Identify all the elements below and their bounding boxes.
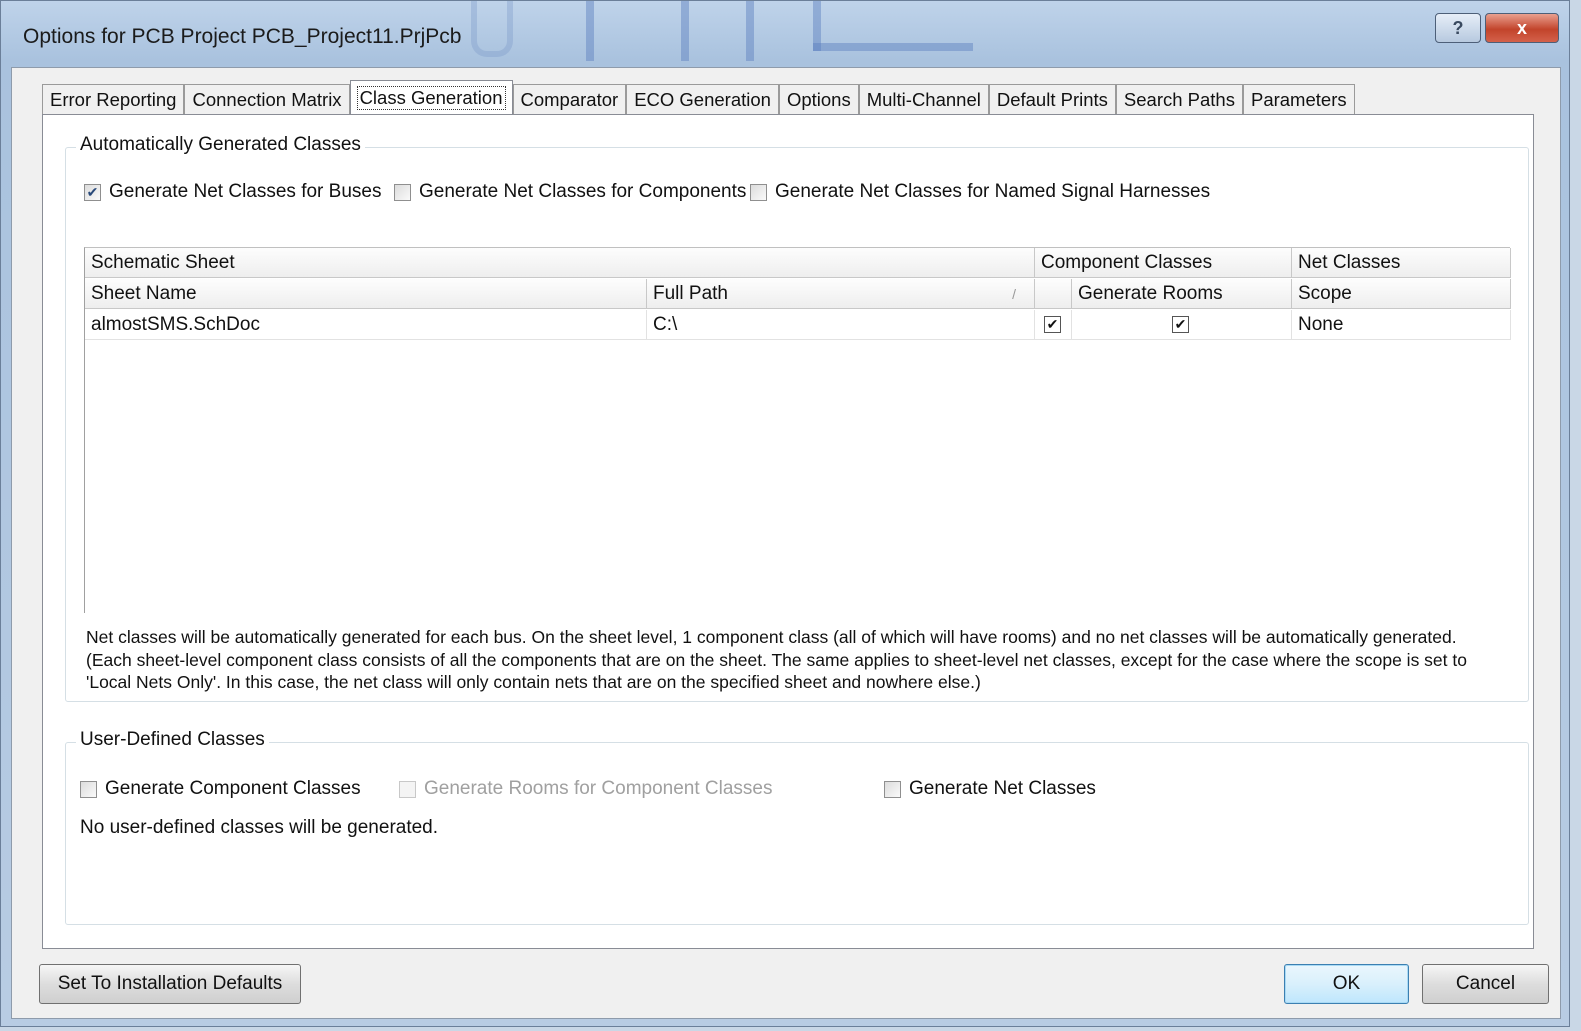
window-title: Options for PCB Project PCB_Project11.Pr…: [23, 25, 462, 48]
tab-strip: Error Reporting Connection Matrix Class …: [42, 80, 1355, 114]
close-icon: x: [1516, 17, 1527, 38]
rooms-label: Generate Rooms for Component Classes: [424, 778, 773, 799]
net-classes-buses-option[interactable]: Generate Net Classes for Buses: [84, 181, 381, 203]
band-schematic-sheet: Schematic Sheet: [85, 248, 1035, 278]
tab-options[interactable]: Options: [778, 84, 859, 114]
ok-button[interactable]: OK: [1284, 964, 1409, 1004]
ok-label: OK: [1332, 973, 1361, 994]
col-header-component-class[interactable]: [1035, 279, 1072, 309]
tab-parameters[interactable]: Parameters: [1242, 84, 1355, 114]
auto-classes-description: Net classes will be automatically genera…: [86, 627, 1467, 692]
net-classes-components-option[interactable]: Generate Net Classes for Components: [394, 181, 746, 203]
help-button[interactable]: ?: [1435, 13, 1481, 43]
tab-default-prints[interactable]: Default Prints: [988, 84, 1116, 114]
net-classes-harnesses-option[interactable]: Generate Net Classes for Named Signal Ha…: [750, 181, 1210, 203]
cell-sheet-name[interactable]: almostSMS.SchDoc: [85, 310, 647, 340]
background-glyph: [586, 1, 594, 61]
net-classes-option[interactable]: Generate Net Classes: [884, 778, 1096, 800]
net-classes-harnesses-checkbox[interactable]: [750, 183, 767, 201]
col-header-full-path-label: Full Path: [653, 282, 728, 304]
band-net-classes: Net Classes: [1292, 248, 1511, 278]
cell-component-class[interactable]: ✔: [1035, 310, 1072, 340]
user-classes-status: No user-defined classes will be generate…: [80, 817, 439, 838]
tab-eco-generation[interactable]: ECO Generation: [626, 84, 779, 114]
auto-classes-label: Automatically Generated Classes: [76, 134, 365, 156]
tab-class-generation[interactable]: Class Generation: [349, 80, 513, 114]
tab-error-reporting[interactable]: Error Reporting: [42, 84, 185, 114]
background-glyph: [681, 1, 689, 61]
tab-search-paths[interactable]: Search Paths: [1115, 84, 1243, 114]
component-class-checkbox[interactable]: ✔: [1044, 316, 1061, 333]
net-classes-label: Generate Net Classes: [909, 778, 1096, 799]
band-component-classes: Component Classes: [1035, 248, 1292, 278]
help-icon: ?: [1452, 17, 1464, 38]
cell-generate-rooms[interactable]: ✔: [1072, 310, 1292, 340]
cell-scope[interactable]: None: [1292, 310, 1511, 340]
col-header-sheet-name[interactable]: Sheet Name: [85, 279, 647, 309]
close-button[interactable]: x: [1485, 13, 1559, 43]
options-dialog: Options for PCB Project PCB_Project11.Pr…: [0, 0, 1570, 1027]
cell-full-path[interactable]: C:\: [647, 310, 1035, 340]
background-glyph: [813, 43, 973, 51]
net-classes-components-label: Generate Net Classes for Components: [419, 181, 747, 202]
dialog-client: Error Reporting Connection Matrix Class …: [11, 67, 1561, 1019]
net-classes-harnesses-label: Generate Net Classes for Named Signal Ha…: [775, 181, 1211, 202]
installation-defaults-label: Set To Installation Defaults: [57, 973, 283, 994]
background-glyph: [471, 1, 513, 57]
col-header-scope[interactable]: Scope: [1292, 279, 1511, 309]
user-classes-label: User-Defined Classes: [76, 729, 269, 751]
installation-defaults-button[interactable]: Set To Installation Defaults: [39, 964, 301, 1004]
col-header-full-path[interactable]: Full Path /: [647, 279, 1035, 309]
background-glyph: [746, 1, 754, 61]
sheet-classes-grid[interactable]: Schematic Sheet Component Classes Net Cl…: [84, 247, 1511, 613]
cancel-label: Cancel: [1455, 973, 1516, 994]
tab-connection-matrix[interactable]: Connection Matrix: [184, 84, 350, 114]
tab-multi-channel[interactable]: Multi-Channel: [858, 84, 989, 114]
cancel-button[interactable]: Cancel: [1422, 964, 1549, 1004]
generate-rooms-checkbox[interactable]: ✔: [1172, 316, 1189, 333]
sort-indicator-icon: /: [1012, 285, 1016, 302]
component-classes-label: Generate Component Classes: [105, 778, 361, 799]
tab-comparator[interactable]: Comparator: [512, 84, 627, 114]
component-classes-checkbox[interactable]: [80, 780, 97, 798]
class-generation-panel: Automatically Generated Classes Generate…: [42, 114, 1534, 949]
rooms-option: Generate Rooms for Component Classes: [399, 778, 773, 800]
net-classes-components-checkbox[interactable]: [394, 183, 411, 201]
net-classes-buses-checkbox[interactable]: [84, 183, 101, 201]
col-header-generate-rooms[interactable]: Generate Rooms: [1072, 279, 1292, 309]
auto-classes-group: Automatically Generated Classes Generate…: [65, 134, 1529, 702]
user-classes-group: User-Defined Classes Generate Component …: [65, 729, 1529, 925]
net-classes-buses-label: Generate Net Classes for Buses: [109, 181, 382, 202]
rooms-checkbox: [399, 780, 416, 798]
title-bar[interactable]: Options for PCB Project PCB_Project11.Pr…: [1, 1, 1569, 67]
component-classes-option[interactable]: Generate Component Classes: [80, 778, 361, 800]
tab-class-generation-label: Class Generation: [356, 85, 506, 110]
net-classes-checkbox[interactable]: [884, 780, 901, 798]
